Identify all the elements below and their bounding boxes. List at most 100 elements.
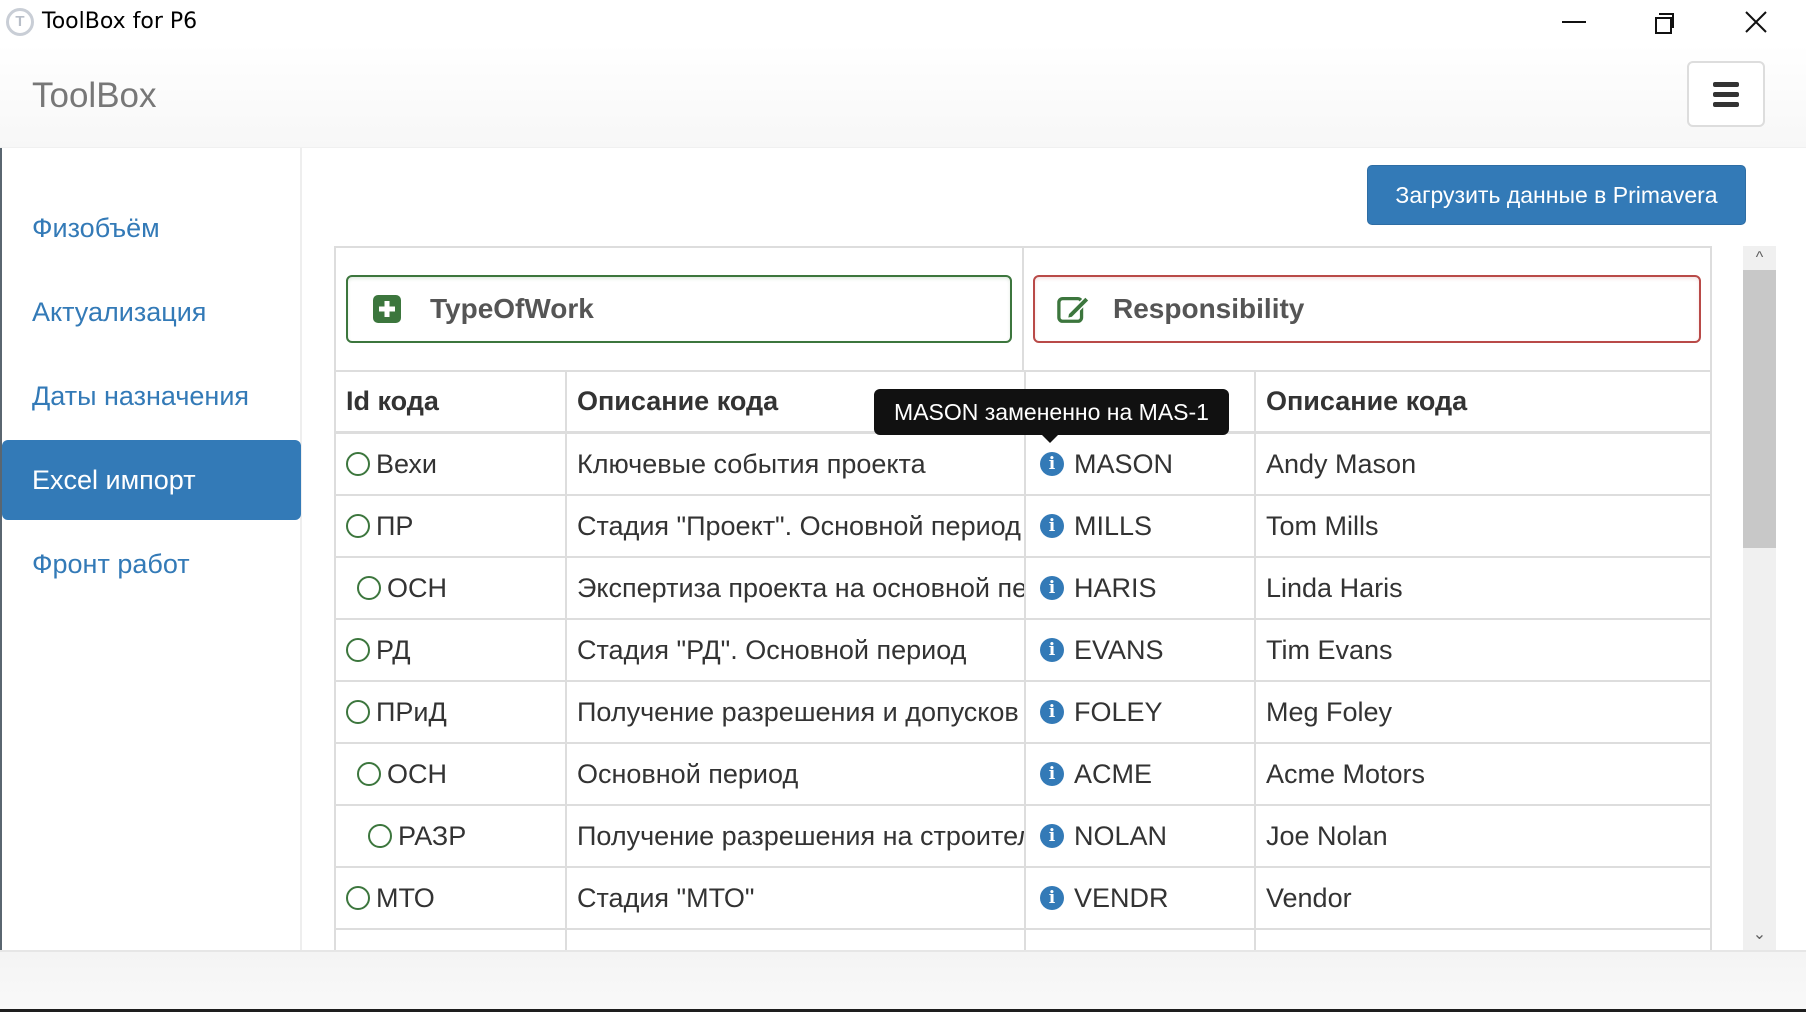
scroll-down-arrow-icon[interactable]: ⌄: [1743, 922, 1776, 946]
right-code-description-cell: Acme Motors: [1254, 744, 1710, 804]
table-row[interactable]: ПРиД Получение разрешения и допусков i FOLE…: [336, 682, 1710, 744]
right-code-id: EVANS: [1074, 634, 1164, 665]
right-code-description-cell: Andy Mason: [1254, 434, 1710, 494]
radio-circle-icon[interactable]: [357, 762, 381, 786]
header-left-id: Id кода: [346, 386, 439, 416]
minimize-icon: [1562, 21, 1586, 23]
window-title: ToolBox for P6: [42, 9, 198, 34]
left-code-id-cell[interactable]: Вехи: [336, 434, 565, 494]
radio-circle-icon[interactable]: [346, 514, 370, 538]
table-row[interactable]: ОСН Основной период i ACME Acme Motors: [336, 744, 1710, 806]
table-body: Вехи Ключевые события проекта i MASON Andy M…: [336, 434, 1710, 950]
code-mapping-table: Id кода Описание кода Id кода Описание к…: [336, 370, 1710, 950]
info-circle-icon[interactable]: i: [1040, 824, 1064, 848]
close-button[interactable]: [1712, 0, 1800, 44]
info-circle-icon[interactable]: i: [1040, 452, 1064, 476]
left-code-description-cell: Получение разрешения и допусков: [565, 682, 1024, 742]
left-code-id: ПР: [376, 510, 414, 541]
sidebar-item-aktualizatsiya[interactable]: Актуализация: [2, 272, 301, 352]
left-code-id: РАЗР: [398, 820, 467, 851]
left-code-description-cell: Получение разрешения на строительство: [565, 806, 1024, 866]
right-code-id: NOLAN: [1074, 820, 1168, 851]
scrollbar-thumb[interactable]: [1743, 270, 1776, 548]
table-row[interactable]: ПР Стадия "Проект". Основной период i MILLS…: [336, 496, 1710, 558]
info-circle-icon[interactable]: i: [1040, 700, 1064, 724]
table-row[interactable]: РАЗР Получение разрешения на строительств…: [336, 806, 1710, 868]
radio-circle-icon[interactable]: [346, 886, 370, 910]
menu-toggle-button[interactable]: [1687, 61, 1765, 127]
left-code-id: Вехи: [376, 448, 438, 479]
sidebar-item-fizobem[interactable]: Физобъём: [2, 188, 301, 268]
left-code-id-cell[interactable]: ОСН: [336, 558, 565, 618]
right-code-id-cell[interactable]: i EVANS: [1024, 620, 1254, 680]
right-code-description-cell: Joe Nolan: [1254, 806, 1710, 866]
sidebar-item-daty-naznacheniya[interactable]: Даты назначения: [2, 356, 301, 436]
table-row[interactable]: ОСН Экспертиза проекта на основной период…: [336, 558, 1710, 620]
info-circle-icon[interactable]: i: [1040, 886, 1064, 910]
right-code-description-cell: [1254, 930, 1710, 950]
restore-button[interactable]: [1620, 0, 1708, 44]
plus-square-icon: [370, 292, 404, 326]
right-code-description-cell: Linda Haris: [1254, 558, 1710, 618]
typeofwork-title: TypeOfWork: [430, 293, 594, 324]
navbar: ToolBox: [0, 44, 1806, 148]
responsibility-title: Responsibility: [1113, 293, 1305, 324]
left-code-id-cell[interactable]: ПР: [336, 496, 565, 556]
sidebar-item-excel-import[interactable]: Excel импорт: [2, 440, 301, 520]
radio-circle-icon[interactable]: [346, 638, 370, 662]
vertical-scrollbar[interactable]: ^ ⌄: [1743, 246, 1776, 950]
upload-to-primavera-button[interactable]: Загрузить данные в Primavera: [1367, 165, 1746, 225]
left-code-description-cell: Стадия "РД". Основной период: [565, 620, 1024, 680]
info-circle-icon[interactable]: i: [1040, 762, 1064, 786]
left-code-description-cell: Основной период: [565, 744, 1024, 804]
scroll-up-arrow-icon[interactable]: ^: [1743, 246, 1776, 270]
typeofwork-card[interactable]: TypeOfWork: [346, 275, 1012, 343]
left-code-id-cell[interactable]: РД: [336, 620, 565, 680]
right-code-id: ACME: [1074, 758, 1153, 789]
left-code-description-cell: Стадия "МТО": [565, 868, 1024, 928]
left-code-id: РД: [376, 634, 411, 665]
radio-circle-icon[interactable]: [357, 576, 381, 600]
info-circle-icon[interactable]: i: [1040, 638, 1064, 662]
minimize-button[interactable]: [1530, 0, 1618, 44]
info-circle-icon[interactable]: i: [1040, 576, 1064, 600]
left-code-id-cell[interactable]: МТО: [336, 868, 565, 928]
hamburger-icon-bar: [1713, 91, 1739, 97]
left-code-id-cell[interactable]: [336, 930, 565, 950]
table-row[interactable]: МТО Стадия "МТО" i VENDR Vendor: [336, 868, 1710, 930]
header-right-description: Описание кода: [1254, 372, 1710, 431]
right-code-id-cell[interactable]: i MILLS: [1024, 496, 1254, 556]
info-circle-icon[interactable]: i: [1040, 514, 1064, 538]
sidebar-item-front-rabot[interactable]: Фронт работ: [2, 524, 301, 604]
right-code-id-cell[interactable]: i NOLAN: [1024, 806, 1254, 866]
right-code-description-cell: Tim Evans: [1254, 620, 1710, 680]
tooltip: MASON замененно на MAS-1: [874, 389, 1229, 435]
radio-circle-icon[interactable]: [346, 700, 370, 724]
right-code-id: FOLEY: [1074, 696, 1163, 727]
right-code-id-cell[interactable]: i ACME: [1024, 744, 1254, 804]
table-row[interactable]: РД Стадия "РД". Основной период i EVANS Tim …: [336, 620, 1710, 682]
right-code-description-cell: Vendor: [1254, 868, 1710, 928]
radio-circle-icon[interactable]: [346, 452, 370, 476]
left-code-id-cell[interactable]: ОСН: [336, 744, 565, 804]
left-code-id: ПРиД: [376, 696, 447, 727]
right-code-id-cell[interactable]: i HARIS: [1024, 558, 1254, 618]
responsibility-card[interactable]: Responsibility: [1033, 275, 1701, 343]
toolbox-gear-icon: T: [6, 8, 34, 36]
edit-icon: [1057, 292, 1091, 326]
right-code-id-cell[interactable]: i FOLEY: [1024, 682, 1254, 742]
right-code-id-cell[interactable]: i VENDR: [1024, 868, 1254, 928]
table-row[interactable]: [336, 930, 1710, 950]
radio-circle-icon[interactable]: [368, 824, 392, 848]
hamburger-icon: [1713, 81, 1739, 87]
footer-bar: [0, 950, 1806, 1010]
left-code-id-cell[interactable]: РАЗР: [336, 806, 565, 866]
right-code-id-cell[interactable]: i MASON: [1024, 434, 1254, 494]
navbar-brand[interactable]: ToolBox: [32, 76, 157, 116]
table-row[interactable]: Вехи Ключевые события проекта i MASON Andy M…: [336, 434, 1710, 496]
left-code-id-cell[interactable]: ПРиД: [336, 682, 565, 742]
restore-icon: [1655, 13, 1674, 34]
left-code-id: ОСН: [387, 572, 447, 603]
hamburger-icon-bar: [1713, 101, 1739, 107]
right-code-id-cell[interactable]: [1024, 930, 1254, 950]
